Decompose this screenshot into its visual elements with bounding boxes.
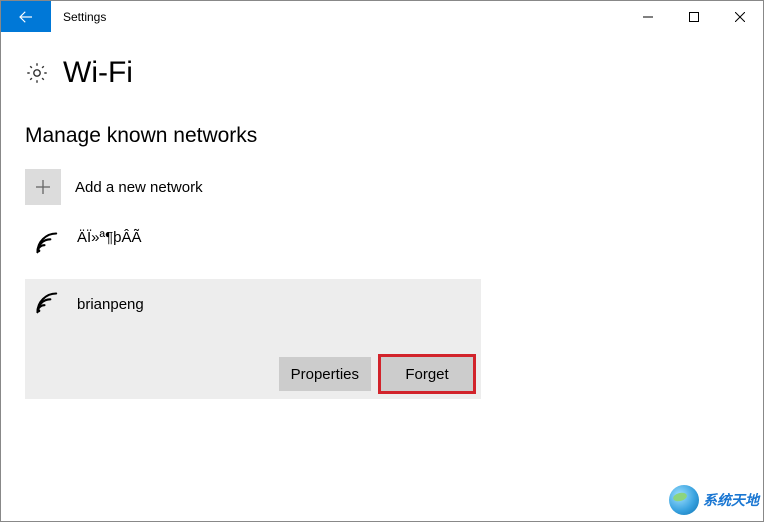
plus-icon bbox=[25, 169, 61, 205]
wifi-icon bbox=[33, 289, 63, 319]
minimize-button[interactable] bbox=[625, 1, 671, 32]
minimize-icon bbox=[643, 12, 653, 22]
network-item[interactable]: ÄÏ»ª¶þÂÃ bbox=[25, 222, 739, 265]
network-actions: Properties Forget bbox=[33, 357, 473, 391]
network-item-selected[interactable]: brianpeng Properties Forget bbox=[25, 279, 481, 399]
watermark: 系统天地 bbox=[669, 485, 759, 515]
titlebar: Settings bbox=[1, 1, 763, 32]
window-title: Settings bbox=[51, 1, 625, 32]
network-name: brianpeng bbox=[77, 296, 144, 313]
gear-icon bbox=[25, 61, 49, 85]
watermark-text: 系统天地 bbox=[703, 490, 759, 510]
forget-button[interactable]: Forget bbox=[381, 357, 473, 391]
maximize-icon bbox=[689, 12, 699, 22]
globe-icon bbox=[669, 485, 699, 515]
back-arrow-icon bbox=[17, 8, 35, 26]
back-button[interactable] bbox=[1, 1, 51, 32]
close-button[interactable] bbox=[717, 1, 763, 32]
network-name: ÄÏ»ª¶þÂÃ bbox=[77, 229, 141, 246]
add-network-label: Add a new network bbox=[75, 179, 203, 196]
maximize-button[interactable] bbox=[671, 1, 717, 32]
window-controls bbox=[625, 1, 763, 32]
known-networks-list: Add a new network ÄÏ»ª¶þÂÃ bbox=[25, 166, 739, 399]
page-header: Wi-Fi bbox=[25, 56, 739, 90]
add-network-button[interactable]: Add a new network bbox=[25, 166, 739, 208]
close-icon bbox=[735, 12, 745, 22]
section-heading: Manage known networks bbox=[25, 124, 739, 148]
wifi-icon bbox=[33, 229, 63, 259]
properties-button[interactable]: Properties bbox=[279, 357, 371, 391]
page-title: Wi-Fi bbox=[63, 56, 133, 90]
